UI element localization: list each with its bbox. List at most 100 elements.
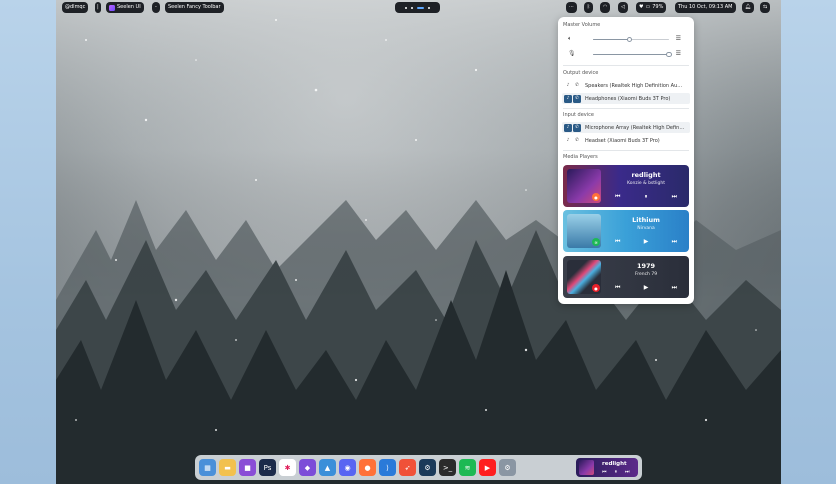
workspace-dot-4[interactable]: [428, 6, 430, 9]
user-pill[interactable]: @dlmqc: [62, 2, 89, 13]
firefox-icon: ●: [592, 193, 600, 201]
obsidian-icon[interactable]: ◆: [299, 459, 316, 476]
phone-icon[interactable]: ✆: [573, 123, 581, 132]
output-volume-row: 🔈︎ ☰: [563, 35, 689, 43]
input-device-microphone[interactable]: ♪ ✆ Microphone Array (Realtek High Defin…: [562, 122, 690, 133]
device-label: Microphone Array (Realtek High Definitio…: [585, 124, 685, 131]
music-note-icon[interactable]: ♪: [564, 82, 572, 90]
master-volume-title: Master Volume: [563, 22, 601, 28]
youtube-music-icon[interactable]: ▶: [479, 459, 496, 476]
next-icon[interactable]: ⏭︎: [625, 469, 630, 475]
steam-icon[interactable]: ⚙: [419, 459, 436, 476]
output-device-speakers[interactable]: ♪ ✆ Speakers (Realtek High Definition Au…: [562, 80, 690, 91]
dock: ▦ ▬ ■ Ps ✱ ◆ ▲ ◉ ● ⟩ ➶ ⚙ >_ ≋ ▶ ⚙: [195, 455, 642, 480]
toggles-icon: ⇆: [763, 4, 768, 10]
output-device-headphones[interactable]: ♪ ✆ Headphones (Xiaomi Buds 3T Pro): [562, 93, 690, 104]
separator: |: [97, 4, 99, 10]
quick-settings-pill[interactable]: ⇆: [760, 2, 771, 13]
device-label: Headphones (Xiaomi Buds 3T Pro): [585, 95, 671, 102]
settings-icon[interactable]: ⚙: [499, 459, 516, 476]
volume-pill[interactable]: ◁: [618, 2, 628, 13]
track-title: redlight: [631, 171, 661, 179]
media-card-redlight[interactable]: ● redlight Konzie & bstlight ⏮︎ ⏸︎ ⏭︎: [563, 165, 689, 207]
slack-icon[interactable]: ✱: [279, 459, 296, 476]
datetime-label: Thu 10 Oct, 09:13 AM: [678, 4, 733, 10]
speaker-mute-icon[interactable]: 🔈︎: [568, 35, 572, 43]
app-pill[interactable]: Seelen UI: [106, 2, 144, 13]
user-label: @dlmqc: [65, 4, 86, 10]
battery-pill[interactable]: ♥ ▭ 79%: [636, 2, 667, 13]
previous-icon[interactable]: ⏮︎: [602, 469, 607, 475]
track-artist: French 79: [634, 272, 658, 277]
input-device-headset[interactable]: ♪ ✆ Headset (Xiaomi Buds 3T Pro): [562, 135, 690, 146]
workspace-dot-1[interactable]: [405, 6, 407, 9]
photoshop-icon[interactable]: Ps: [259, 459, 276, 476]
input-mixer-icon[interactable]: ☰: [676, 50, 681, 57]
vscode-icon[interactable]: ⟩: [379, 459, 396, 476]
workspace-dot-2[interactable]: [411, 6, 413, 9]
music-icon: ●: [592, 284, 600, 292]
divider: [563, 150, 689, 151]
divider: [563, 65, 689, 66]
toolbar-title-pill[interactable]: Seelen Fancy Toolbar: [165, 2, 224, 13]
music-note-icon[interactable]: ♪: [564, 123, 572, 132]
more-icon: ···: [569, 4, 574, 10]
microphone-icon[interactable]: 🎙︎: [568, 50, 576, 57]
input-volume-knob[interactable]: [666, 51, 672, 57]
previous-icon[interactable]: ⏮︎: [615, 238, 620, 246]
notifications-pill[interactable]: 🔔︎: [742, 2, 755, 13]
output-mixer-icon[interactable]: ☰: [676, 35, 681, 42]
music-note-icon[interactable]: ♪: [564, 94, 572, 103]
battery-icon: ▭: [645, 4, 651, 10]
previous-icon[interactable]: ⏮︎: [615, 193, 620, 201]
music-note-icon[interactable]: ♪: [564, 137, 572, 145]
pause-icon[interactable]: ⏸︎: [644, 193, 647, 201]
affinity-icon[interactable]: ▲: [319, 459, 336, 476]
app-purple-icon[interactable]: ■: [239, 459, 256, 476]
output-volume-slider[interactable]: [593, 36, 669, 42]
phone-icon[interactable]: ✆: [573, 94, 581, 103]
play-icon[interactable]: ▶︎: [644, 284, 649, 292]
previous-icon[interactable]: ⏮︎: [615, 284, 620, 292]
input-volume-slider[interactable]: [593, 51, 672, 57]
phone-icon[interactable]: ✆: [573, 82, 581, 90]
media-players-title: Media Players: [563, 154, 598, 160]
app-name-label: Seelen UI: [117, 4, 141, 10]
seelen-logo-icon: [109, 4, 115, 11]
bluetooth-icon: ᛒ: [587, 4, 591, 10]
file-explorer-icon[interactable]: ▬: [219, 459, 236, 476]
terminal-icon[interactable]: >_: [439, 459, 456, 476]
start-menu-icon[interactable]: ▦: [199, 459, 216, 476]
discord-icon[interactable]: ◉: [339, 459, 356, 476]
media-card-1979[interactable]: ● 1979 French 79 ⏮︎ ▶︎ ⏭︎: [563, 256, 689, 298]
play-icon[interactable]: ▶︎: [644, 238, 649, 246]
dock-media-title: redlight: [602, 461, 627, 467]
input-device-title: Input device: [563, 112, 594, 118]
toolbar-title-label: Seelen Fancy Toolbar: [168, 4, 221, 10]
workspace-active[interactable]: [417, 6, 424, 9]
phone-icon[interactable]: ✆: [573, 137, 581, 145]
next-icon[interactable]: ⏭︎: [672, 238, 677, 246]
album-art: [579, 460, 594, 475]
pause-icon[interactable]: ⏸︎: [615, 469, 618, 475]
workspaces-pill[interactable]: [395, 2, 440, 13]
media-card-lithium[interactable]: ≋ Lithium Nirvana ⏮︎ ▶︎ ⏭︎: [563, 210, 689, 252]
track-artist: Konzie & bstlight: [626, 181, 666, 186]
output-volume-knob[interactable]: [626, 36, 633, 42]
next-icon[interactable]: ⏭︎: [672, 193, 677, 201]
next-icon[interactable]: ⏭︎: [672, 284, 677, 292]
audio-media-panel: Master Volume 🔈︎ ☰ 🎙︎ ☰ Output device ♪ …: [558, 17, 694, 304]
wifi-pill[interactable]: ◠: [600, 2, 611, 13]
arrow-pill[interactable]: -: [152, 2, 160, 13]
swift-icon[interactable]: ➶: [399, 459, 416, 476]
more-pill[interactable]: ···: [566, 2, 577, 13]
spotify-icon: ≋: [592, 238, 600, 246]
spotify-icon[interactable]: ≋: [459, 459, 476, 476]
heart-icon: ♥: [639, 4, 644, 10]
device-label: Speakers (Realtek High Definition Audio): [585, 82, 685, 89]
arrow-label: -: [155, 4, 157, 10]
bluetooth-pill[interactable]: ᛒ: [584, 2, 594, 13]
datetime-pill[interactable]: Thu 10 Oct, 09:13 AM: [675, 2, 736, 13]
dock-media-widget[interactable]: redlight ⏮︎ ⏸︎ ⏭︎: [576, 458, 638, 477]
firefox-icon[interactable]: ●: [359, 459, 376, 476]
